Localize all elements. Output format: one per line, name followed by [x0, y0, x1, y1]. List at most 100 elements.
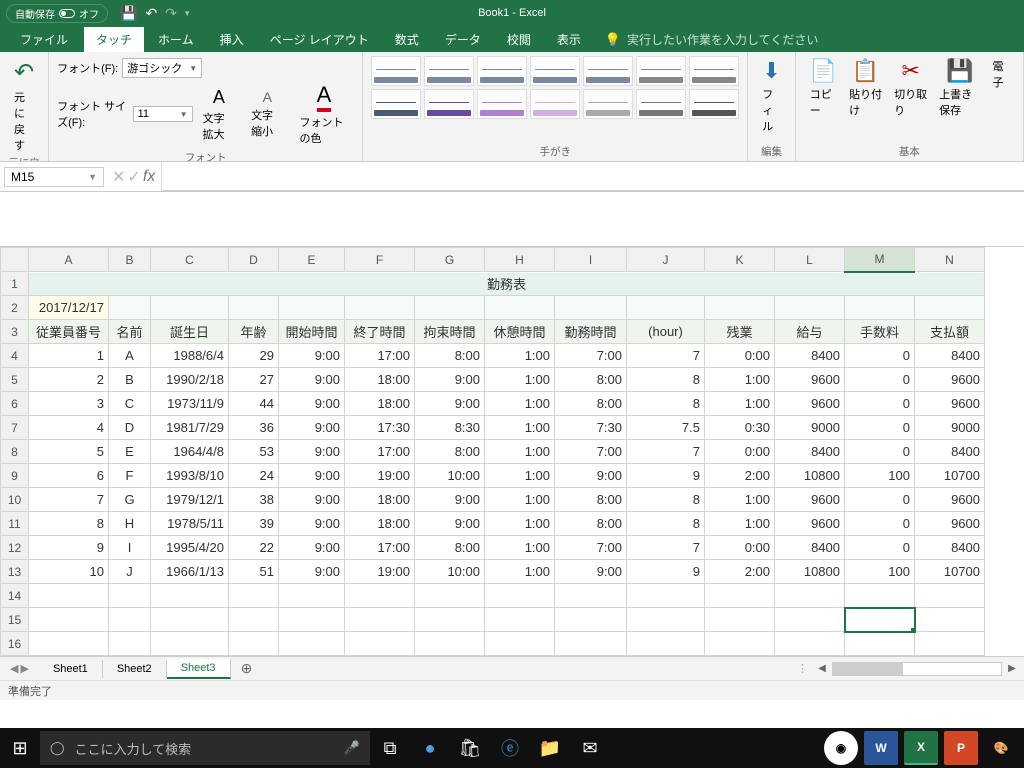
cell[interactable]: 2:00	[705, 464, 775, 488]
cell[interactable]	[705, 584, 775, 608]
cell[interactable]: 1964/4/8	[151, 440, 229, 464]
cell[interactable]: 0	[845, 368, 915, 392]
cell[interactable]: G	[109, 488, 151, 512]
worksheet-grid[interactable]: ABCDEFGHIJKLMN1勤務表22017/12/173従業員番号名前誕生日…	[0, 247, 1024, 656]
cell[interactable]: 8400	[915, 440, 985, 464]
cell[interactable]	[151, 584, 229, 608]
cell[interactable]: 9600	[775, 488, 845, 512]
cell[interactable]: 1:00	[485, 416, 555, 440]
row-header[interactable]: 13	[1, 560, 29, 584]
header-cell[interactable]: (hour)	[627, 320, 705, 344]
cell[interactable]: 9600	[915, 488, 985, 512]
cell[interactable]: 8400	[775, 440, 845, 464]
cell[interactable]: 19:00	[345, 464, 415, 488]
scroll-left-icon[interactable]: ◀	[814, 663, 830, 674]
cell[interactable]: 10	[29, 560, 109, 584]
column-header[interactable]: F	[345, 248, 415, 272]
cell[interactable]: 10800	[775, 560, 845, 584]
cell[interactable]: 7	[29, 488, 109, 512]
header-cell[interactable]: 従業員番号	[29, 320, 109, 344]
cell[interactable]: 0	[845, 512, 915, 536]
cell[interactable]: 7	[627, 536, 705, 560]
tab-review[interactable]: 校閲	[495, 27, 543, 52]
explorer-icon[interactable]: 📁	[530, 728, 570, 768]
cell[interactable]: 9:00	[279, 536, 345, 560]
cell[interactable]	[845, 608, 915, 632]
tab-data[interactable]: データ	[433, 27, 493, 52]
cell[interactable]: 8:00	[555, 392, 627, 416]
cell[interactable]: 9:00	[279, 488, 345, 512]
cell[interactable]: 1:00	[705, 368, 775, 392]
cell[interactable]: 38	[229, 488, 279, 512]
cell[interactable]: 9:00	[415, 488, 485, 512]
cell[interactable]	[555, 608, 627, 632]
cell[interactable]: 8400	[775, 344, 845, 368]
row-header[interactable]: 16	[1, 632, 29, 656]
sheet-tab-3[interactable]: Sheet3	[167, 659, 231, 679]
cell[interactable]: 1:00	[485, 560, 555, 584]
cell[interactable]	[845, 296, 915, 320]
sheet-tab-2[interactable]: Sheet2	[103, 660, 167, 678]
cell[interactable]: 0:00	[705, 440, 775, 464]
pen-style[interactable]	[583, 56, 633, 86]
cell[interactable]: 8:00	[555, 488, 627, 512]
scrollbar-track[interactable]	[832, 662, 1002, 676]
cell[interactable]: 53	[229, 440, 279, 464]
cell[interactable]: 9:00	[555, 464, 627, 488]
triangle-right-icon[interactable]: ▶	[20, 662, 28, 675]
row-header[interactable]: 15	[1, 608, 29, 632]
cell[interactable]: 8:00	[415, 536, 485, 560]
row-header[interactable]: 12	[1, 536, 29, 560]
cell[interactable]: 1:00	[705, 512, 775, 536]
header-cell[interactable]: 残業	[705, 320, 775, 344]
cell[interactable]	[415, 584, 485, 608]
cell[interactable]: 1966/1/13	[151, 560, 229, 584]
cell[interactable]: 0	[845, 440, 915, 464]
cell[interactable]	[109, 584, 151, 608]
cell[interactable]	[109, 608, 151, 632]
cell[interactable]	[415, 296, 485, 320]
redo-icon[interactable]: ↷	[165, 5, 177, 22]
cell[interactable]: 1:00	[485, 392, 555, 416]
header-cell[interactable]: 休憩時間	[485, 320, 555, 344]
qat-dropdown-icon[interactable]: ▾	[185, 8, 190, 19]
elec-button[interactable]: 電子	[986, 56, 1015, 120]
cell[interactable]: 9:00	[279, 560, 345, 584]
size-combo[interactable]: 11▼	[133, 106, 193, 122]
cell[interactable]	[151, 296, 229, 320]
cell[interactable]	[705, 608, 775, 632]
excel-icon[interactable]: X	[904, 731, 938, 765]
cell[interactable]: 8:00	[555, 512, 627, 536]
cell[interactable]: 2:00	[705, 560, 775, 584]
name-box[interactable]: M15▼	[4, 167, 104, 187]
header-cell[interactable]: 開始時間	[279, 320, 345, 344]
row-header[interactable]: 6	[1, 392, 29, 416]
fx-icon[interactable]: fx	[143, 168, 155, 186]
tab-file[interactable]: ファイル	[6, 27, 82, 52]
cell[interactable]: 22	[229, 536, 279, 560]
cell[interactable]: 8:00	[555, 368, 627, 392]
cell[interactable]: 18:00	[345, 512, 415, 536]
cell[interactable]: 51	[229, 560, 279, 584]
row-header[interactable]: 1	[1, 272, 29, 296]
cell[interactable]	[279, 296, 345, 320]
tab-home[interactable]: ホーム	[146, 27, 206, 52]
cell[interactable]	[705, 296, 775, 320]
cell[interactable]	[775, 632, 845, 656]
pen-style[interactable]	[477, 89, 527, 119]
cell[interactable]	[627, 584, 705, 608]
cell[interactable]	[485, 632, 555, 656]
header-cell[interactable]: 誕生日	[151, 320, 229, 344]
cell[interactable]: 1979/12/1	[151, 488, 229, 512]
font-color-button[interactable]: Aフォントの色	[294, 80, 355, 148]
cell[interactable]: 1	[29, 344, 109, 368]
cell[interactable]: F	[109, 464, 151, 488]
cell[interactable]: 9600	[775, 368, 845, 392]
cell[interactable]	[345, 608, 415, 632]
cell[interactable]	[279, 632, 345, 656]
mail-icon[interactable]: ✉	[570, 728, 610, 768]
cell[interactable]: 9:00	[279, 392, 345, 416]
cell[interactable]: 1978/5/11	[151, 512, 229, 536]
cell[interactable]: 19:00	[345, 560, 415, 584]
cell[interactable]	[485, 296, 555, 320]
